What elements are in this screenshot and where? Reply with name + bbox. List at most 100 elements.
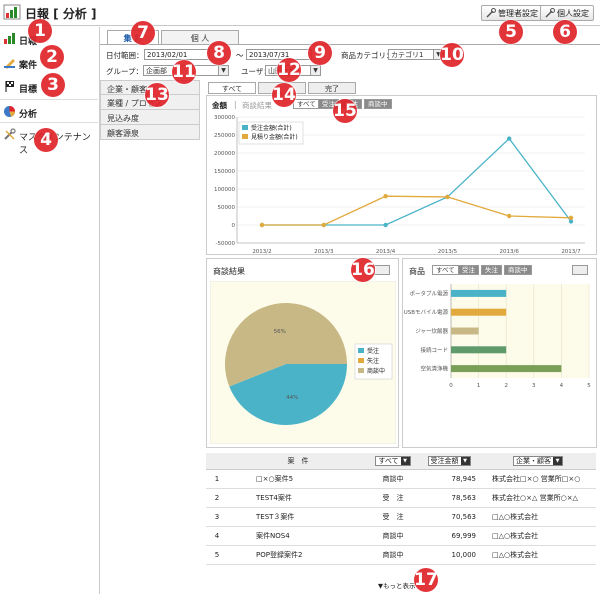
data-point	[507, 136, 512, 141]
report-chart-icon	[4, 33, 15, 44]
admin-tools-icon	[486, 8, 496, 18]
table-row[interactable]: 4 案件NOS4 商談中 69,999 □△○株式会社	[206, 526, 596, 546]
table-row[interactable]: 3 TEST３案件受 注 70,563 □△○株式会社	[206, 507, 596, 527]
show-more-link[interactable]: ▼もっと表示	[378, 580, 416, 590]
legend-label: 見積り金額(合計)	[251, 133, 298, 141]
x-tick-label: 3	[532, 383, 536, 389]
legend-label: 受注	[367, 347, 379, 355]
bar-filter-won[interactable]: 受注	[458, 265, 479, 275]
category-select[interactable]: カテゴリ1 ▼	[388, 49, 444, 60]
data-point	[445, 194, 450, 200]
table-header-case[interactable]: 案 件	[228, 453, 368, 470]
row-amount: 78,563	[418, 488, 480, 508]
table-header-client[interactable]: 企業・顧客 ▼	[480, 453, 596, 470]
date-to-input[interactable]: 2013/07/31	[246, 49, 312, 60]
status-filter-select[interactable]: すべて ▼	[375, 455, 411, 466]
pie-slice-label: 56%	[274, 329, 286, 335]
bar-settings-icon[interactable]	[572, 265, 588, 275]
sidebar: 日報 案件 目標 分析 マスタメンテナンス	[0, 27, 98, 594]
pie-settings-icon[interactable]	[374, 265, 390, 275]
x-tick-label: 5	[587, 383, 591, 389]
case-link[interactable]: TEST4案件	[228, 488, 368, 508]
y-tick-label: 100000	[214, 187, 235, 193]
tab-personal[interactable]: 個 人	[161, 30, 239, 44]
left-menu-item-probability[interactable]: 見込み度	[100, 110, 200, 125]
x-tick-label: 2013/3	[314, 249, 334, 255]
bar	[451, 346, 507, 354]
annotation-badge: 4	[34, 128, 58, 152]
date-separator: ～	[236, 51, 244, 60]
annotation-badge: 7	[131, 21, 155, 45]
case-link[interactable]: 案件NOS4	[228, 526, 368, 546]
chevron-down-icon: ▼	[310, 66, 320, 75]
admin-settings-button[interactable]: 管理者設定	[481, 5, 543, 21]
pie-slice-label: 44%	[286, 395, 298, 401]
left-menu-item-source[interactable]: 顧客源泉	[100, 125, 200, 140]
group-value: 企画部	[146, 67, 167, 75]
metric-filter-all[interactable]: すべて	[293, 99, 320, 109]
annotation-badge: 3	[41, 73, 65, 97]
bar-filter-all[interactable]: すべて	[432, 265, 459, 275]
table-header-amount[interactable]: 受注金額 ▼	[418, 453, 480, 470]
status-filter-value: すべて	[378, 456, 399, 465]
table-row[interactable]: 1 □×○案件5 商談中 78,945 株式会社□×○ 営業所□×○	[206, 469, 596, 489]
data-point	[383, 222, 388, 228]
bar-filter-pending[interactable]: 商談中	[504, 265, 532, 275]
client-sort-select[interactable]: 企業・顧客 ▼	[513, 455, 563, 466]
data-point	[259, 222, 265, 228]
row-amount: 69,999	[418, 526, 480, 546]
y-tick-label: 300000	[214, 115, 235, 121]
row-amount: 10,000	[418, 545, 480, 565]
annotation-badge: 10	[440, 43, 464, 67]
row-status: 受 注	[368, 507, 418, 527]
table-header-no	[206, 453, 228, 470]
row-client: □△○株式会社	[480, 507, 596, 527]
table-row[interactable]: 2 TEST4案件受 注 78,563 株式会社○×△ 営業所○×△	[206, 488, 596, 508]
y-tick-label: 空気清浄機	[420, 365, 448, 373]
annotation-badge: 15	[333, 99, 357, 123]
personal-tools-icon	[545, 8, 555, 18]
case-link[interactable]: □×○案件5	[228, 469, 368, 489]
row-status: 商談中	[368, 526, 418, 546]
annotation-badge: 2	[40, 45, 64, 69]
category-label: 商品カテゴリ：	[341, 51, 394, 60]
series-line	[262, 137, 572, 226]
legend-label: 受注金額(合計)	[251, 124, 292, 132]
personal-settings-button[interactable]: 個人設定	[540, 5, 594, 21]
row-client: 株式会社○×△ 営業所○×△	[480, 488, 596, 508]
x-tick-label: 2013/4	[376, 249, 396, 255]
personal-settings-label: 個人設定	[557, 9, 589, 18]
sidebar-item-analysis[interactable]: 分析	[0, 99, 98, 123]
annotation-badge: 17	[414, 568, 438, 592]
annotation-badge: 12	[277, 58, 301, 82]
y-tick-label: ポータブル電源	[409, 289, 448, 297]
status-tab-all[interactable]: すべて	[208, 82, 256, 94]
row-number: 1	[206, 469, 228, 489]
x-tick-label: 2013/6	[500, 249, 520, 255]
date-range-label: 日付範囲：	[106, 51, 144, 60]
date-from-input[interactable]: 2013/02/01	[144, 49, 210, 60]
case-link[interactable]: POP登録案件2	[228, 545, 368, 565]
amount-sort-select[interactable]: 受注金額 ▼	[427, 455, 471, 466]
y-tick-label: 250000	[214, 133, 235, 139]
pie-chart-icon	[4, 106, 16, 117]
x-tick-label: 0	[449, 383, 453, 389]
y-tick-label: -50000	[216, 241, 236, 247]
x-tick-label: 2013/5	[438, 249, 458, 255]
bar-filter-lost[interactable]: 失注	[481, 265, 502, 275]
row-client: □△○株式会社	[480, 545, 596, 565]
y-tick-label: ジャー炊飯器	[415, 327, 448, 335]
group-label: グループ：	[106, 67, 144, 76]
row-status: 商談中	[368, 469, 418, 489]
legend-swatch	[242, 125, 248, 130]
table-row[interactable]: 5 POP登録案件2 商談中 10,000 □△○株式会社	[206, 545, 596, 565]
case-link[interactable]: TEST３案件	[228, 507, 368, 527]
chevron-down-icon: ▼	[400, 456, 410, 465]
metric-filter-pending[interactable]: 商談中	[364, 99, 392, 109]
x-tick-label: 2013/7	[561, 249, 581, 255]
pie-chart-title: 商談結果	[213, 267, 245, 276]
table-header-status[interactable]: すべて ▼	[368, 453, 418, 470]
status-tab-done[interactable]: 完了	[308, 82, 356, 94]
legend-label: 商談中	[367, 367, 385, 375]
row-amount: 70,563	[418, 507, 480, 527]
